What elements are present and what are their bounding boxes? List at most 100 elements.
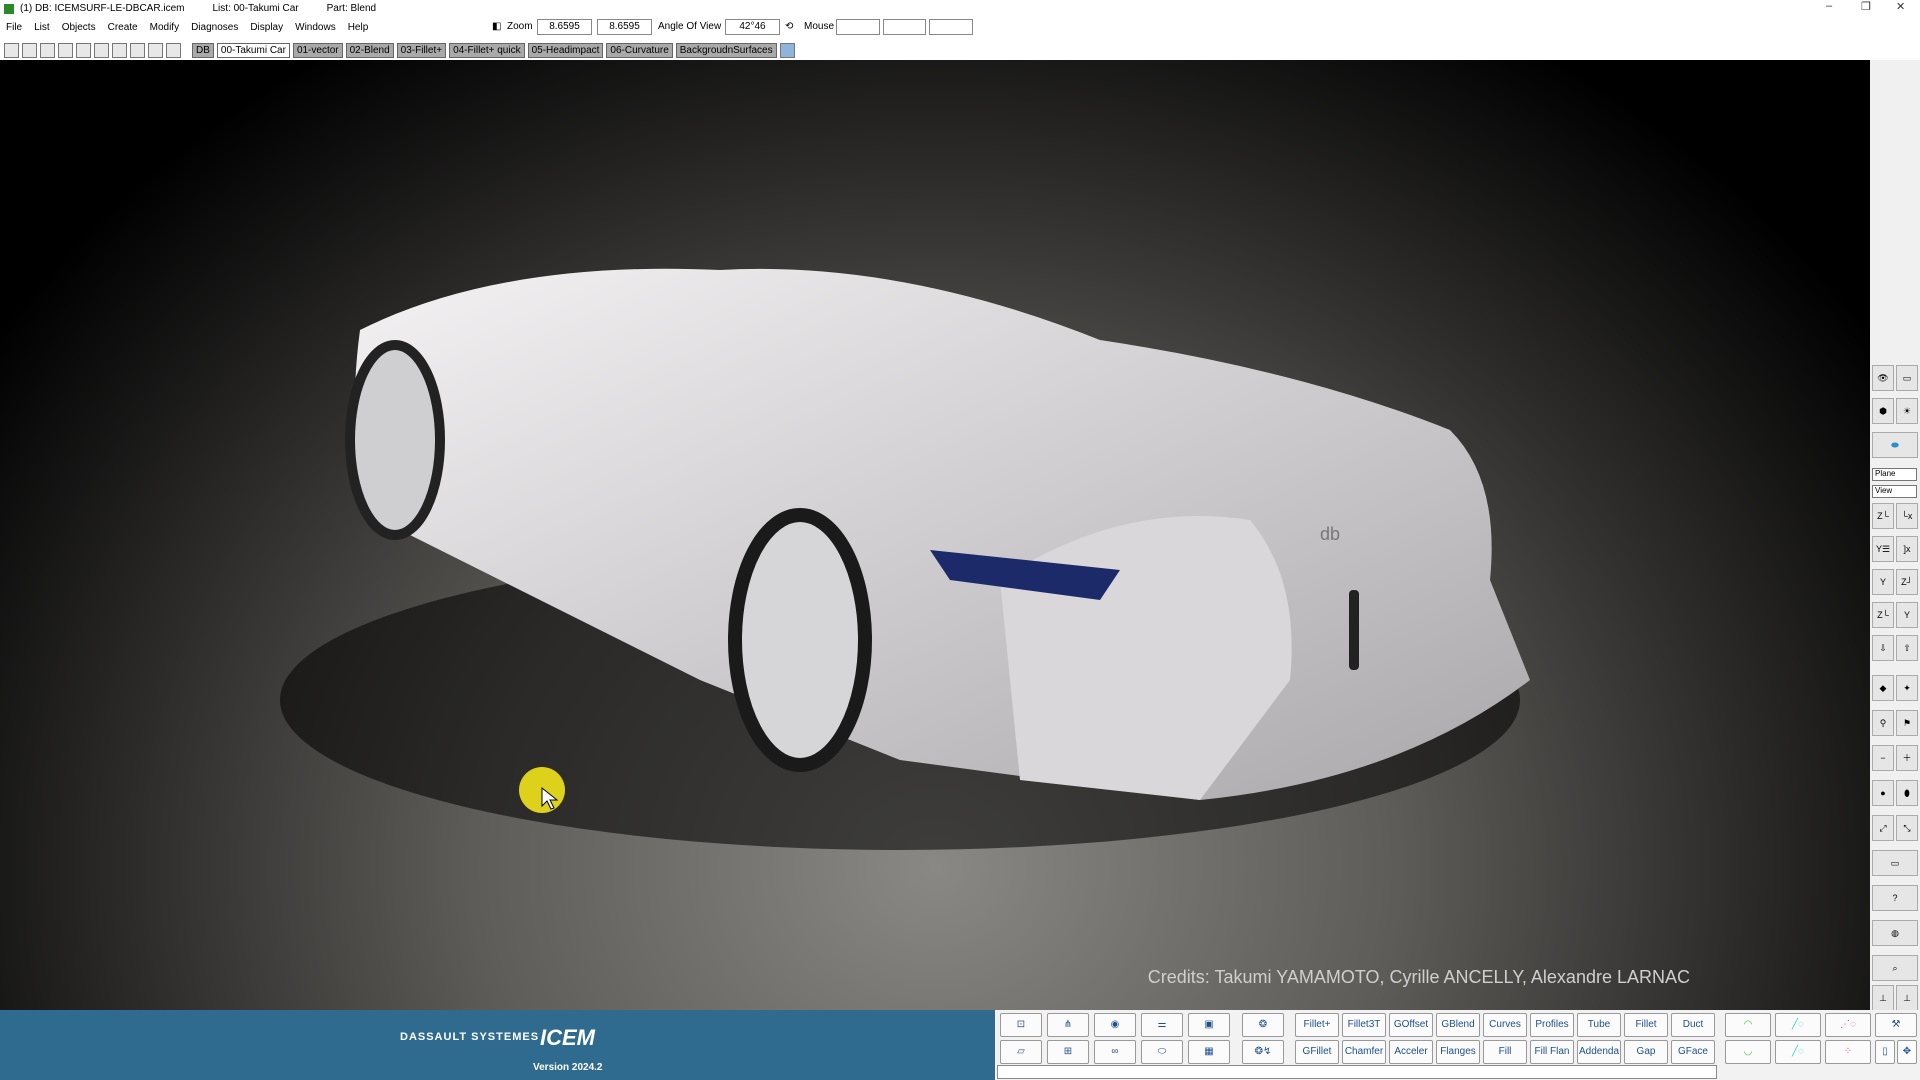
split-button[interactable]: ⊞ — [1047, 1040, 1089, 1064]
goffset-button[interactable]: GOffset — [1389, 1013, 1433, 1037]
restore-icon[interactable]: ❐ — [1861, 0, 1871, 13]
egg-icon[interactable]: ⬮ — [1896, 780, 1918, 806]
flanges-button[interactable]: Flanges — [1436, 1040, 1480, 1064]
view-y-icon[interactable]: Y☰ — [1872, 536, 1894, 562]
tab-backgroudnsurfaces[interactable]: BackgroudnSurfaces — [675, 42, 777, 58]
new-icon[interactable] — [4, 42, 19, 58]
shading-sphere-icon[interactable]: ⬬ — [1872, 432, 1918, 458]
tool2-icon[interactable]: ⚑ — [1896, 710, 1918, 736]
tab-03-fillet[interactable]: 03-Fillet+ — [396, 42, 447, 58]
gap-button[interactable]: Gap — [1624, 1040, 1668, 1064]
fillet-plus-button[interactable]: Fillet+ — [1295, 1013, 1339, 1037]
menu-modify[interactable]: Modify — [144, 22, 185, 33]
globe-icon[interactable]: ◍ — [1872, 920, 1918, 946]
angle-reset-icon[interactable]: ⟲ — [785, 21, 793, 32]
curve-match-icon[interactable]: ╱◌ — [1775, 1013, 1821, 1037]
minus-icon[interactable]: − — [1872, 745, 1894, 771]
tools-icon[interactable]: ⚒ — [1875, 1013, 1917, 1037]
shield-icon[interactable]: ◆ — [1872, 675, 1894, 701]
move-icon[interactable]: ✥ — [1897, 1040, 1917, 1064]
light-icon[interactable]: ☀ — [1896, 398, 1918, 424]
move-list-icon[interactable] — [166, 42, 181, 58]
tool-icon[interactable]: ⚲ — [1872, 710, 1894, 736]
plus-icon[interactable]: ＋ — [1896, 745, 1918, 771]
surface-match-icon[interactable]: ◜◝ — [1725, 1013, 1771, 1037]
film-reel-2-button[interactable]: ❂↯ — [1242, 1040, 1284, 1064]
view-zx-icon[interactable]: Z└ — [1872, 503, 1894, 529]
fillet3t-button[interactable]: Fillet3T — [1342, 1013, 1386, 1037]
eraser-button[interactable]: ⬭ — [1141, 1040, 1183, 1064]
menu-help[interactable]: Help — [342, 22, 375, 33]
gface-button[interactable]: GFace — [1671, 1040, 1715, 1064]
view-y2-icon[interactable]: Y — [1872, 569, 1894, 595]
view-x-icon[interactable]: └x — [1896, 503, 1918, 529]
network-tool-button[interactable]: ⋔ — [1047, 1013, 1089, 1037]
menu-windows[interactable]: Windows — [289, 22, 342, 33]
fill-flan-button[interactable]: Fill Flan — [1530, 1040, 1574, 1064]
display-icon[interactable]: ▭ — [1896, 365, 1918, 391]
fill-button[interactable]: Fill — [1483, 1040, 1527, 1064]
sort-icon[interactable] — [148, 42, 163, 58]
gfillet-button[interactable]: GFillet — [1295, 1040, 1339, 1064]
surface-match-2-icon[interactable]: ◟◞ — [1725, 1040, 1771, 1064]
grid-button[interactable]: ▦ — [1188, 1040, 1230, 1064]
minimize-icon[interactable]: – — [1826, 0, 1832, 12]
zoom-input[interactable]: 8.6595 — [537, 19, 592, 35]
profiles-button[interactable]: Profiles — [1530, 1013, 1574, 1037]
tab-01-vector[interactable]: 01-vector — [292, 42, 343, 58]
open-icon[interactable] — [22, 42, 37, 58]
menu-create[interactable]: Create — [102, 22, 144, 33]
curves-button[interactable]: Curves — [1483, 1013, 1527, 1037]
points-match-icon[interactable]: ⋰◌ — [1825, 1013, 1871, 1037]
view-zy-icon[interactable]: Z└ — [1872, 602, 1894, 628]
plane-select[interactable]: Plane — [1872, 468, 1917, 481]
menu-list[interactable]: List — [28, 22, 56, 33]
eye-down-icon[interactable]: ⇩ — [1872, 635, 1894, 661]
addenda-button[interactable]: Addenda — [1577, 1040, 1621, 1064]
tab-04-fillet-quick[interactable]: 04-Fillet+ quick — [449, 42, 525, 58]
duct-button[interactable]: Duct — [1671, 1013, 1715, 1037]
film-reel-button[interactable]: ❂ — [1242, 1013, 1284, 1037]
view-settings-eye-icon[interactable]: 👁 — [1872, 365, 1894, 391]
hierarchy-button[interactable]: ⚌ — [1141, 1013, 1183, 1037]
acceler-button[interactable]: Acceler — [1389, 1040, 1433, 1064]
help-icon[interactable]: ? — [1872, 885, 1918, 911]
fillet-button[interactable]: Fillet — [1624, 1013, 1668, 1037]
3d-viewport[interactable]: db Credits: Takumi YAMAMOTO, Cyrille ANC… — [0, 60, 1870, 1010]
chamfer-button[interactable]: Chamfer — [1342, 1040, 1386, 1064]
axis2-icon[interactable]: ⊥ — [1896, 985, 1918, 1011]
tab-02-blend[interactable]: 02-Blend — [345, 42, 394, 58]
command-line-input[interactable] — [997, 1065, 1717, 1079]
eye-button[interactable]: ◉ — [1094, 1013, 1136, 1037]
menu-display[interactable]: Display — [244, 22, 289, 33]
close-icon[interactable]: ✕ — [1896, 0, 1905, 13]
angle-input[interactable]: 42°46 — [725, 19, 780, 35]
view-x2-icon[interactable]: ]x — [1896, 536, 1918, 562]
view-select[interactable]: View — [1872, 485, 1917, 498]
cube-icon[interactable]: ⬢ — [1872, 398, 1894, 424]
zoom-fit-icon[interactable]: ⌕ — [1872, 955, 1918, 981]
print-icon[interactable] — [76, 42, 91, 58]
add-tab-icon[interactable] — [779, 42, 795, 58]
tab-05-headimpact[interactable]: 05-Headimpact — [527, 42, 604, 58]
menu-objects[interactable]: Objects — [56, 22, 102, 33]
point-tool-button[interactable]: ⊡ — [1000, 1013, 1042, 1037]
shapes-button[interactable]: ∞ — [1094, 1040, 1136, 1064]
tab-00-takumi-car[interactable]: 00-Takumi Car — [216, 42, 290, 58]
menu-file[interactable]: File — [0, 22, 28, 33]
save-as-icon[interactable] — [58, 42, 73, 58]
points-match-2-icon[interactable]: ⁘ — [1825, 1040, 1871, 1064]
sphere-icon[interactable]: ● — [1872, 780, 1894, 806]
tab-db[interactable]: DB — [192, 42, 214, 58]
scale-icon[interactable]: ⤢ — [1872, 815, 1894, 841]
curve-match-2-icon[interactable]: ╱◌ — [1775, 1040, 1821, 1064]
copy-icon[interactable] — [112, 42, 127, 58]
axis-icon[interactable]: ⊥ — [1872, 985, 1894, 1011]
gblend-button[interactable]: GBlend — [1436, 1013, 1480, 1037]
view-y3-icon[interactable]: Y — [1896, 602, 1918, 628]
cut-icon[interactable] — [94, 42, 109, 58]
measure-icon[interactable]: ⤡ — [1896, 815, 1918, 841]
tab-06-curvature[interactable]: 06-Curvature — [606, 42, 673, 58]
zoom-icon[interactable]: ◧ — [492, 21, 501, 32]
frame-icon[interactable]: ▭ — [1872, 850, 1918, 876]
